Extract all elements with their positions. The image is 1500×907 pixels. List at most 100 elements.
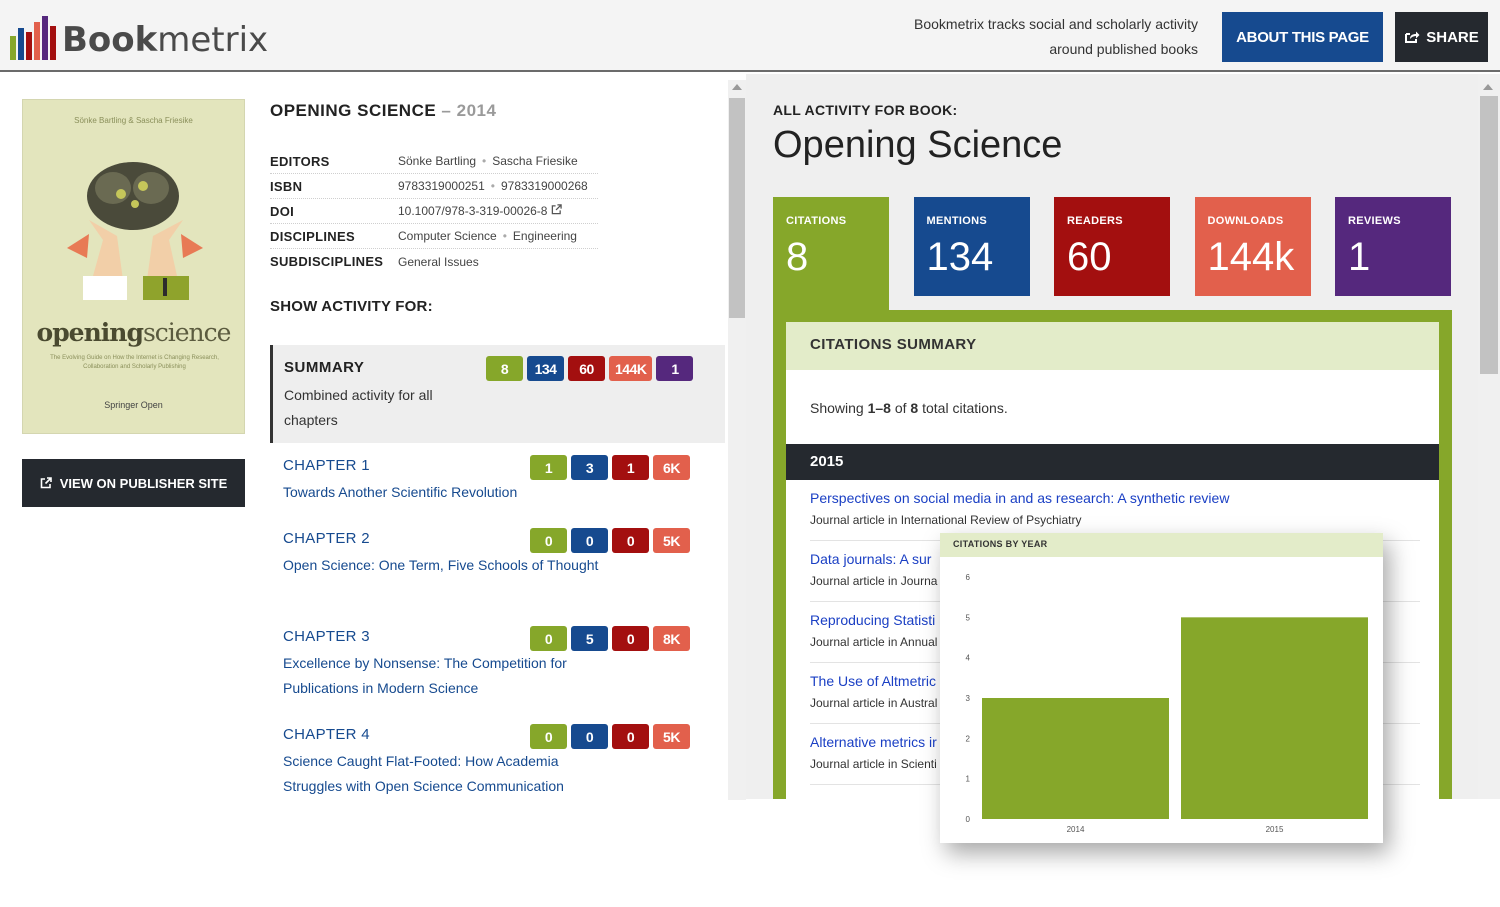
cover-title: openingscience [36, 318, 232, 347]
tile-value: 1 [1348, 235, 1371, 279]
citation-source-prefix: Journal article in [810, 696, 901, 710]
view-on-publisher-site-button[interactable]: VIEW ON PUBLISHER SITE [22, 459, 245, 507]
mentions-badge: 3 [571, 455, 608, 480]
summary-badges: 8 134 60 144K 1 [486, 356, 694, 381]
chart-header: CITATIONS BY YEAR [940, 533, 1383, 557]
citations-badge: 0 [530, 724, 567, 749]
downloads-badge: 6K [653, 455, 690, 480]
meta-row: SUBDISCIPLINES General Issues [270, 249, 598, 274]
meta-value-item: 9783319000251 [398, 179, 485, 193]
mentions-badge: 0 [571, 724, 608, 749]
summary-row[interactable]: SUMMARY Combined activity for all chapte… [270, 345, 725, 443]
tile-label: DOWNLOADS [1207, 215, 1284, 227]
tile-mentions[interactable]: MENTIONS 134 [913, 197, 1030, 296]
bar-2014 [982, 698, 1169, 819]
readers-badge: 0 [612, 724, 649, 749]
tile-label: MENTIONS [926, 215, 987, 227]
meta-key: ISBN [270, 178, 303, 194]
citation-item: Perspectives on social media in and as r… [810, 480, 1420, 541]
meta-value: General Issues [398, 255, 479, 269]
downloads-badge: 5K [653, 724, 690, 749]
scroll-up-icon[interactable] [732, 84, 742, 90]
y-tick-label: 2 [966, 734, 971, 743]
about-this-page-button[interactable]: ABOUT THIS PAGE [1222, 12, 1383, 62]
meta-value-item: Computer Science [398, 229, 497, 243]
share-button[interactable]: SHARE [1395, 12, 1488, 62]
meta-row: ISBN 9783319000251 • 9783319000268 [270, 174, 598, 199]
mentions-badge: 5 [571, 626, 608, 651]
readers-badge: 1 [612, 455, 649, 480]
meta-row: DISCIPLINES Computer Science • Engineering [270, 224, 598, 249]
external-link-icon [40, 477, 52, 489]
logo-bar [42, 16, 48, 60]
tile-label: CITATIONS [786, 215, 847, 227]
readers-badge: 60 [568, 356, 605, 381]
citation-journal: International Review of Psychiatry [900, 513, 1082, 527]
citation-title-link[interactable]: Reproducing Statisti [810, 612, 935, 628]
citation-title-link[interactable]: Alternative metrics ir [810, 734, 937, 750]
citation-title-link[interactable]: Perspectives on social media in and as r… [810, 490, 1229, 506]
bar-2015 [1181, 617, 1368, 819]
header: Bookmetrix Bookmetrix tracks social and … [0, 0, 1500, 72]
y-tick-label: 4 [966, 654, 971, 663]
tile-citations[interactable]: CITATIONS 8 [773, 197, 889, 312]
meta-key: DOI [270, 203, 295, 219]
citation-title-link[interactable]: The Use of Altmetric [810, 673, 936, 689]
logo-bar [10, 36, 16, 60]
reviews-badge: 1 [656, 356, 694, 381]
all-activity-label: ALL ACTIVITY FOR BOOK: [773, 102, 958, 118]
citations-badge: 8 [486, 356, 523, 381]
scrollbar-thumb[interactable] [1480, 96, 1498, 374]
chapter-name[interactable]: Towards Another Scientific Revolution [283, 480, 603, 505]
citation-journal: Annual [900, 635, 938, 649]
book-cover: Sönke Bartling & Sascha Friesike opening… [22, 99, 245, 434]
scrollbar-thumb[interactable] [729, 98, 745, 318]
chapter-item[interactable]: CHAPTER 4 Science Caught Flat-Footed: How… [283, 724, 723, 799]
book-metadata: EDITORS Sönke Bartling • Sascha Friesike ISB… [270, 149, 598, 274]
citation-source-prefix: Journal article in [810, 635, 901, 649]
chapter-badges: 1 3 1 6K [530, 455, 690, 480]
chart-title: CITATIONS BY YEAR [953, 539, 1048, 549]
scroll-up-icon[interactable] [1483, 84, 1493, 90]
meta-key: DISCIPLINES [270, 228, 355, 244]
citations-bar-chart: 0 1 2 3 4 5 6 2014 2015 [966, 573, 1368, 834]
mentions-badge: 0 [571, 528, 608, 553]
chapter-item[interactable]: CHAPTER 2 Open Science: One Term, Five Sc… [283, 528, 723, 578]
summary-title: SUMMARY [284, 359, 365, 376]
bookmetrix-logo[interactable]: Bookmetrix [10, 14, 268, 60]
chapter-name[interactable]: Open Science: One Term, Five Schools of … [283, 553, 603, 578]
tagline: Bookmetrix tracks social and scholarly a… [914, 16, 1198, 57]
meta-value-item[interactable]: 10.1007/978-3-319-00026-8 [398, 204, 547, 218]
chapter-name[interactable]: Excellence by Nonsense: The Competition … [283, 651, 603, 701]
tile-reviews[interactable]: REVIEWS 1 [1335, 197, 1451, 296]
citation-source-prefix: Journal article in [810, 757, 901, 771]
tile-downloads[interactable]: DOWNLOADS 144k [1194, 197, 1311, 296]
tile-value: 60 [1067, 235, 1112, 279]
y-tick-label: 6 [966, 573, 971, 582]
left-scrollbar[interactable] [728, 80, 746, 800]
cover-illustration-icon [67, 162, 203, 300]
chapter-item[interactable]: CHAPTER 3 Excellence by Nonsense: The Com… [283, 626, 723, 701]
chapter-name[interactable]: Science Caught Flat-Footed: How Academia… [283, 749, 603, 799]
summary-description: Combined activity for all chapters [284, 387, 433, 428]
external-link-icon[interactable] [551, 204, 563, 215]
meta-value-item: 9783319000268 [500, 179, 588, 193]
share-icon [1405, 31, 1420, 43]
citations-summary-header: CITATIONS SUMMARY [786, 322, 1439, 370]
y-tick-label: 3 [966, 694, 971, 703]
tile-readers[interactable]: READERS 60 [1054, 197, 1170, 296]
chapter-item[interactable]: CHAPTER 1 Towards Another Scientific Revo… [283, 455, 723, 505]
x-tick-label: 2014 [1067, 825, 1085, 834]
meta-value: Sönke Bartling • Sascha Friesike [398, 154, 578, 168]
right-scrollbar[interactable] [1478, 74, 1500, 799]
citation-journal: Scienti [900, 757, 937, 771]
separator: • [482, 154, 487, 168]
separator: • [490, 179, 495, 193]
citations-badge: 0 [530, 528, 567, 553]
citation-source-prefix: Journal article in [810, 574, 901, 588]
cover-authors: Sönke Bartling & Sascha Friesike [74, 116, 193, 125]
tile-label: REVIEWS [1348, 215, 1401, 227]
meta-row: DOI 10.1007/978-3-319-00026-8 [270, 199, 598, 224]
readers-badge: 0 [612, 626, 649, 651]
citation-title-link[interactable]: Data journals: A sur [810, 551, 931, 567]
